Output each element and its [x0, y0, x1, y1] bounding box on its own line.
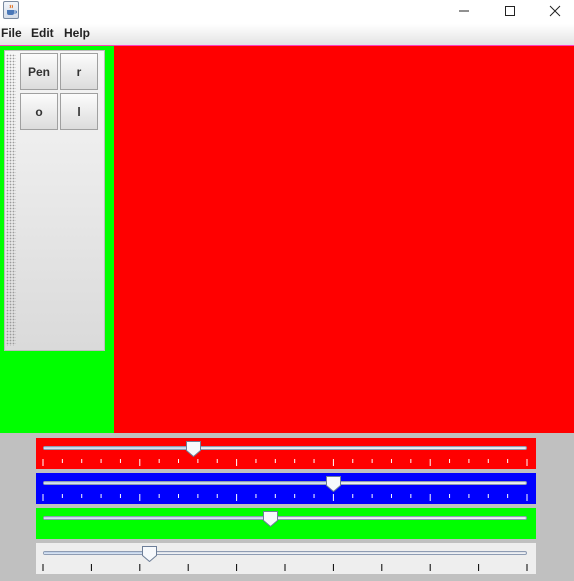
menu-help[interactable]: Help [64, 26, 90, 40]
gray-slider[interactable] [36, 543, 536, 574]
slider-fill [44, 517, 271, 519]
menu-bar: File Edit Help [0, 24, 574, 46]
maximize-button[interactable] [487, 0, 533, 22]
menu-file[interactable]: File [1, 26, 22, 40]
maximize-icon [505, 6, 515, 16]
pen-tool-button[interactable]: Pen [20, 53, 58, 90]
slider-thumb[interactable] [186, 441, 202, 457]
slider-thumb[interactable] [142, 546, 158, 562]
slider-track[interactable] [43, 516, 527, 520]
slider-ticks [42, 564, 528, 571]
slider-thumb[interactable] [326, 476, 342, 492]
red-slider[interactable] [36, 438, 536, 469]
menu-edit[interactable]: Edit [31, 26, 54, 40]
close-button[interactable] [532, 0, 574, 22]
line-tool-button[interactable]: l [60, 93, 98, 130]
slider-ticks [42, 459, 528, 466]
title-bar [0, 0, 574, 24]
color-slider-panel [0, 433, 574, 581]
slider-thumb[interactable] [263, 511, 279, 527]
toolbar-grip-handle[interactable] [6, 54, 16, 346]
close-icon [549, 5, 561, 17]
minimize-button[interactable] [441, 0, 487, 22]
minimize-icon [459, 10, 469, 12]
tool-palette: Pen r o l [4, 50, 105, 351]
oval-tool-button[interactable]: o [20, 93, 58, 130]
drawing-canvas[interactable] [114, 46, 574, 433]
green-slider[interactable] [36, 508, 536, 539]
blue-slider[interactable] [36, 473, 536, 504]
java-cup-icon [3, 1, 19, 19]
rectangle-tool-button[interactable]: r [60, 53, 98, 90]
slider-ticks [42, 494, 528, 501]
